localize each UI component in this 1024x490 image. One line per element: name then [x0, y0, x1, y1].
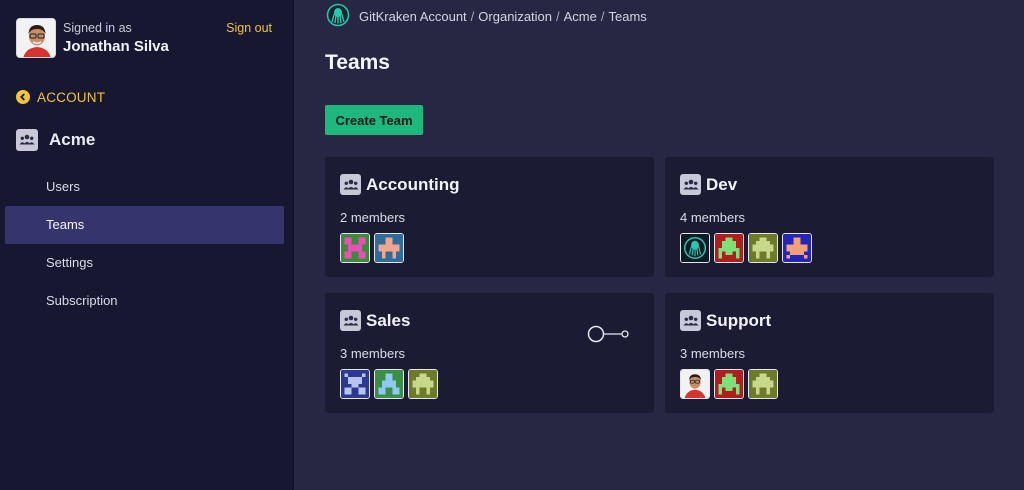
breadcrumb-teams: Teams: [608, 8, 647, 24]
team-name: Accounting: [366, 174, 460, 194]
breadcrumb: GitKraken Account / Organization / Acme …: [326, 3, 647, 30]
olive-invader-avatar[interactable]: [408, 369, 438, 399]
team-card-header: Sales: [340, 310, 410, 331]
org-header: Acme: [16, 129, 95, 151]
gitkraken-logo-icon: [326, 3, 350, 30]
member-count: 2 members: [340, 210, 406, 225]
back-to-account-link[interactable]: ACCOUNT: [16, 89, 105, 105]
navy-invader-avatar[interactable]: [340, 369, 370, 399]
signed-in-label: Signed in as: [63, 21, 132, 35]
team-icon: [16, 129, 38, 151]
member-avatars: [680, 233, 812, 263]
team-card-header: Support: [680, 310, 771, 331]
sidebar: Signed in as Jonathan Silva Sign out ACC…: [0, 0, 294, 490]
page-title: Teams: [325, 51, 390, 74]
team-icon: [340, 310, 361, 331]
olive-invader-avatar[interactable]: [748, 369, 778, 399]
pink-invader-avatar[interactable]: [340, 233, 370, 263]
olive-invader-avatar[interactable]: [748, 233, 778, 263]
chevron-left-icon: [16, 90, 30, 104]
team-icon: [340, 174, 361, 195]
team-card-support[interactable]: Support 3 members: [665, 293, 994, 413]
team-card-dev[interactable]: Dev 4 members: [665, 157, 994, 277]
user-photo-avatar[interactable]: [680, 369, 710, 399]
breadcrumb-separator: /: [600, 8, 605, 24]
member-count: 4 members: [680, 210, 746, 225]
team-icon: [680, 174, 701, 195]
green-invader-avatar[interactable]: [374, 369, 404, 399]
account-link-label: ACCOUNT: [37, 89, 106, 105]
sidebar-item-settings[interactable]: Settings: [5, 244, 284, 282]
team-card-header: Accounting: [340, 174, 460, 195]
gitkraken-logo-avatar[interactable]: [680, 233, 710, 263]
breadcrumb-acme[interactable]: Acme: [564, 9, 597, 24]
member-count: 3 members: [680, 346, 746, 361]
user-name: Jonathan Silva: [63, 38, 169, 55]
breadcrumb-separator: /: [470, 8, 475, 24]
breadcrumb-organization[interactable]: Organization: [478, 9, 552, 24]
user-block: Signed in as Jonathan Silva Sign out: [16, 18, 278, 60]
team-name: Support: [706, 310, 772, 330]
team-name: Dev: [706, 174, 738, 194]
team-icon: [680, 310, 701, 331]
breadcrumb-gitkraken-account[interactable]: GitKraken Account: [359, 9, 467, 24]
team-card-header: Dev: [680, 174, 737, 195]
sidebar-nav: Users Teams Settings Subscription: [5, 168, 284, 320]
sign-out-link[interactable]: Sign out: [226, 21, 272, 35]
pointer-indicator-icon: [587, 324, 631, 349]
sidebar-item-users[interactable]: Users: [5, 168, 284, 206]
team-card-sales[interactable]: Sales 3 members: [325, 293, 654, 413]
team-name: Sales: [366, 310, 411, 330]
user-avatar: [16, 18, 56, 58]
create-team-button[interactable]: Create Team: [325, 105, 423, 135]
member-avatars: [680, 369, 778, 399]
member-avatars: [340, 233, 404, 263]
team-card-accounting[interactable]: Accounting 2 members: [325, 157, 654, 277]
breadcrumb-separator: /: [556, 8, 560, 24]
peach-invader-avatar[interactable]: [374, 233, 404, 263]
red-invader-avatar[interactable]: [714, 233, 744, 263]
org-name: Acme: [49, 130, 96, 149]
red-invader-avatar[interactable]: [714, 369, 744, 399]
member-count: 3 members: [340, 346, 406, 361]
sidebar-item-subscription[interactable]: Subscription: [5, 282, 284, 320]
sidebar-item-teams[interactable]: Teams: [5, 206, 284, 244]
blue-invader-avatar[interactable]: [782, 233, 812, 263]
member-avatars: [340, 369, 438, 399]
